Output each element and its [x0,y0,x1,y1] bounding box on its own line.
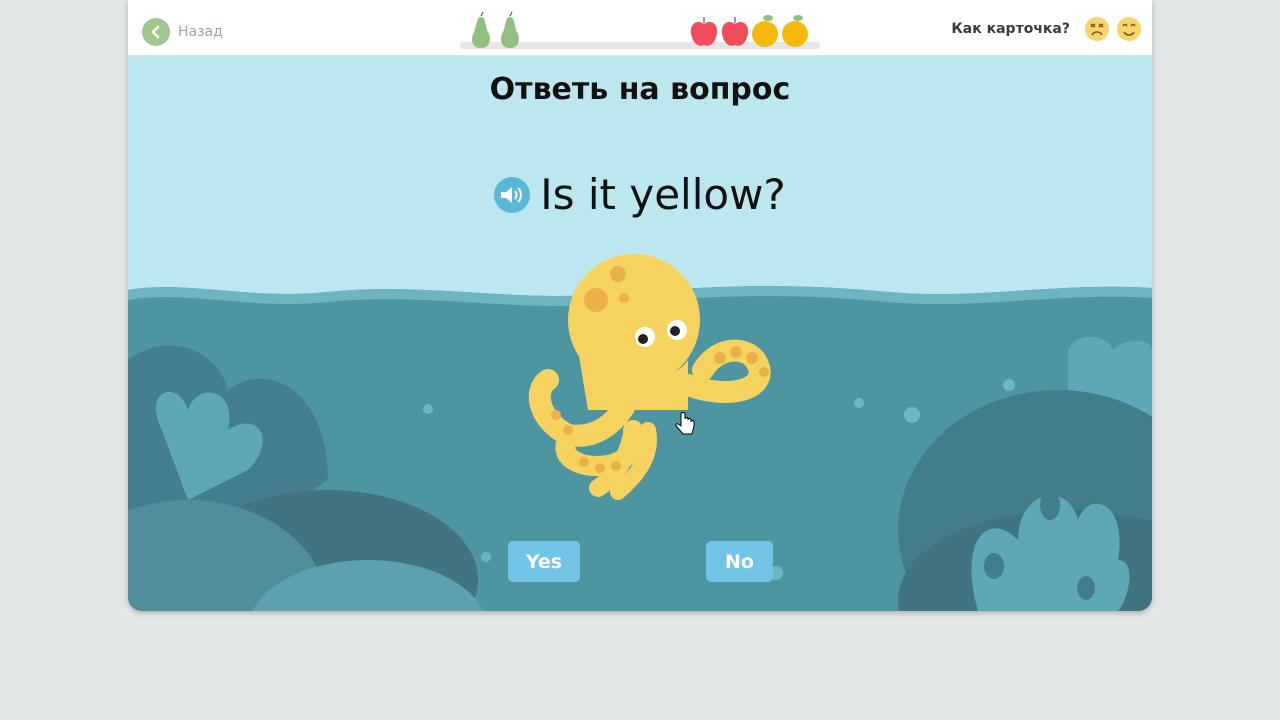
yes-button[interactable]: Yes [508,541,580,582]
task-title: Ответь на вопрос [489,72,791,107]
chevron-left-icon [142,18,170,46]
rating-label: Как карточка? [951,21,1070,37]
happy-face-icon[interactable] [1116,16,1142,42]
question: Is it yellow? [128,170,1152,219]
question-text: Is it yellow? [540,170,786,219]
apple-icon [690,17,718,46]
pear-icon [472,12,490,48]
card-rating: Как карточка? [951,16,1142,42]
speaker-icon[interactable] [494,176,531,213]
card: Назад Как карточка? Ответь на вопрос Is … [128,0,1152,611]
underwater-scene [128,254,1152,611]
no-button[interactable]: No [706,541,773,582]
pear-icon [501,12,519,48]
apple-icon [721,17,749,46]
top-bar: Назад Как карточка? [128,0,1152,56]
orange-icon [782,15,808,47]
back-label: Назад [178,24,223,40]
sad-face-icon[interactable] [1084,16,1110,42]
back-button[interactable]: Назад [142,18,223,46]
orange-icon [752,15,778,47]
